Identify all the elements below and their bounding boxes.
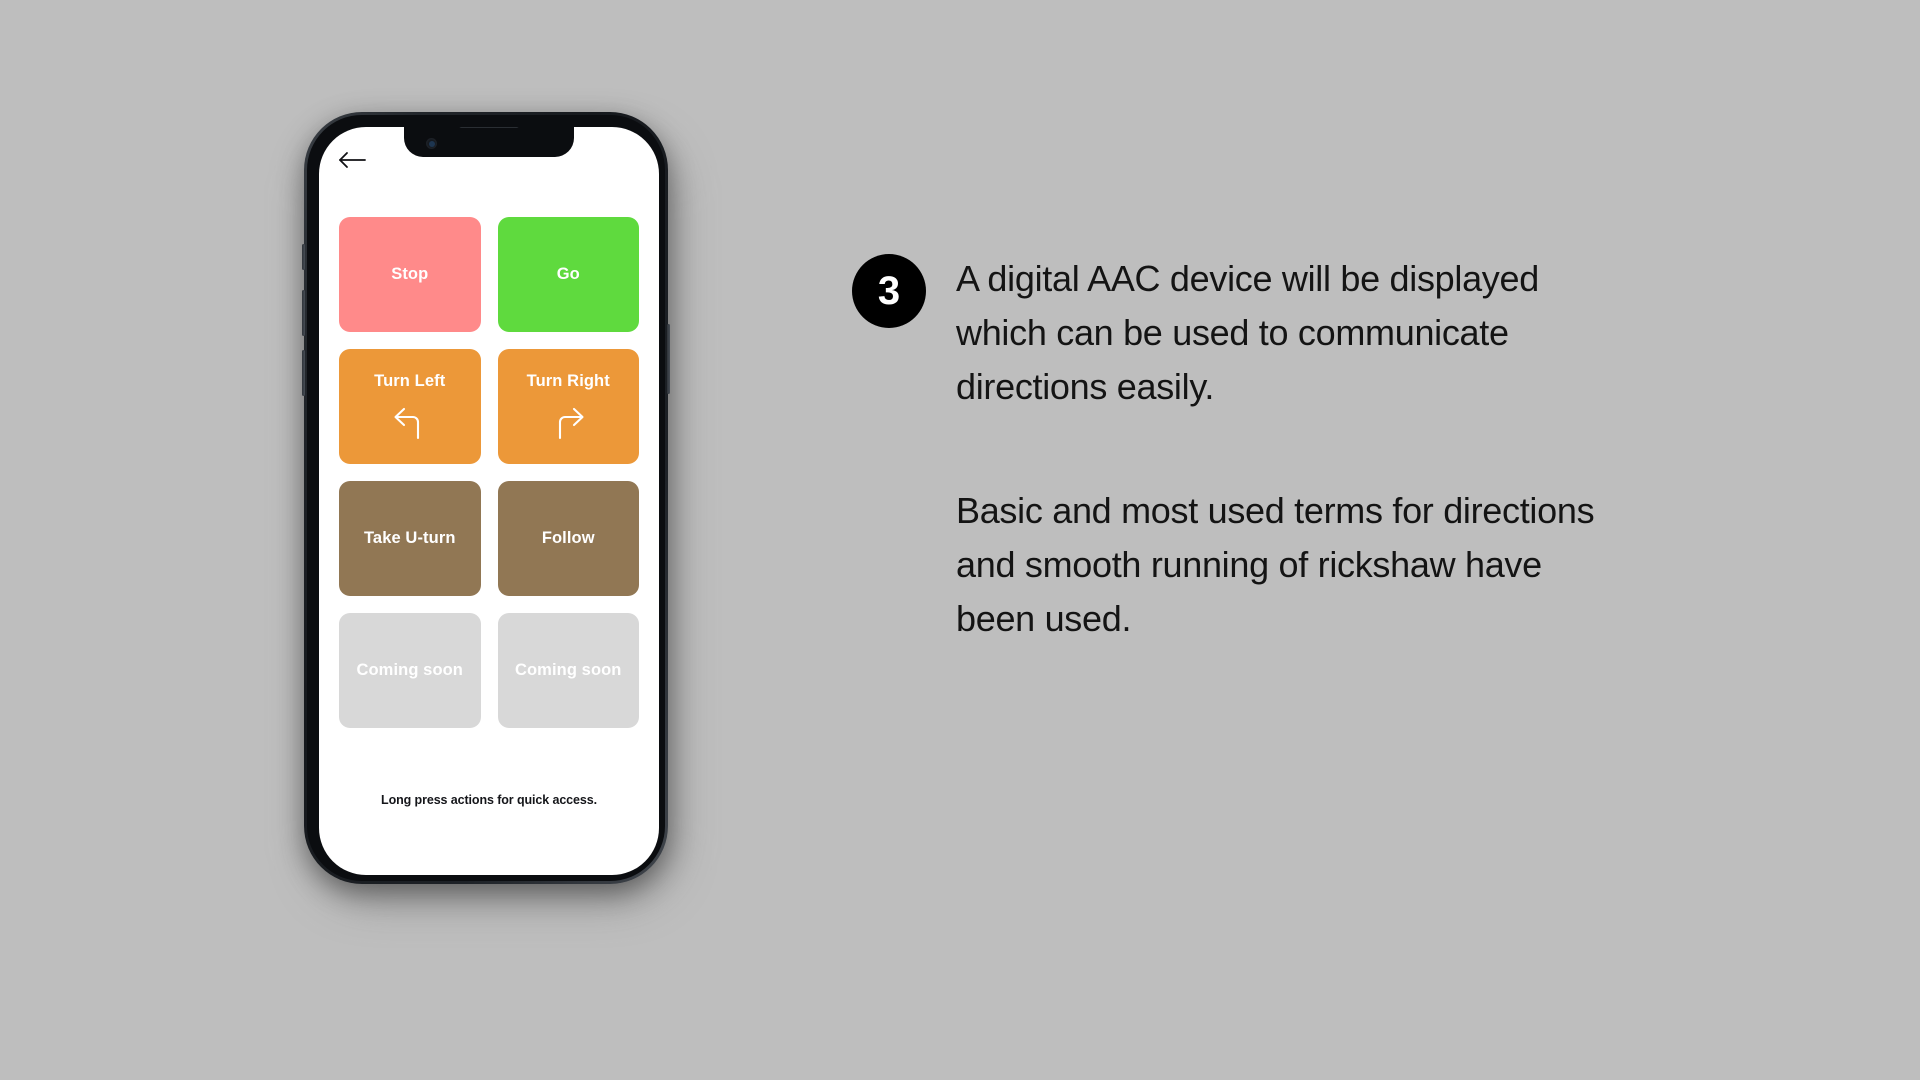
annotation-panel: 3 A digital AAC device will be displayed… [852, 252, 1612, 646]
phone-notch [404, 127, 574, 157]
footer-hint-text: Long press actions for quick access. [381, 793, 597, 807]
arrow-turn-right-icon [546, 405, 590, 441]
tile-label: Stop [391, 264, 429, 283]
tile-label: Go [556, 264, 580, 283]
app-screen-content: Stop Go Turn Left Turn Right Take U-turn… [319, 127, 659, 875]
tile-label: Take U-turn [363, 528, 456, 547]
arrow-turn-left-icon [388, 405, 432, 441]
tile-go[interactable]: Go [497, 217, 639, 332]
earpiece-speaker-icon [459, 127, 519, 128]
tile-coming-soon-1: Coming soon [339, 613, 481, 728]
annotation-paragraph-2: Basic and most used terms for directions… [956, 490, 1595, 639]
step-number-badge: 3 [852, 254, 926, 328]
tile-follow[interactable]: Follow [497, 481, 639, 596]
tile-label: Turn Left [374, 372, 446, 390]
tile-label: Coming soon [514, 660, 622, 679]
tile-label: Coming soon [356, 660, 463, 679]
tile-label: Turn Right [526, 372, 610, 390]
tile-take-u-turn[interactable]: Take U-turn [339, 481, 481, 596]
annotation-text-column: A digital AAC device will be displayed w… [956, 252, 1612, 646]
front-camera-icon [426, 138, 437, 149]
phone-mockup: Stop Go Turn Left Turn Right Take U-turn… [302, 112, 672, 898]
back-button[interactable] [337, 145, 371, 175]
tile-stop[interactable]: Stop [339, 217, 481, 332]
tile-coming-soon-2: Coming soon [497, 613, 639, 728]
silent-switch[interactable] [302, 244, 305, 270]
step-row: 3 A digital AAC device will be displayed… [852, 252, 1612, 646]
tile-turn-left[interactable]: Turn Left [339, 349, 481, 464]
volume-down-button[interactable] [302, 350, 305, 396]
phone-bezel: Stop Go Turn Left Turn Right Take U-turn… [307, 115, 665, 881]
annotation-paragraph-1: A digital AAC device will be displayed w… [956, 258, 1539, 407]
action-tile-grid: Stop Go Turn Left Turn Right Take U-turn… [339, 217, 639, 728]
volume-up-button[interactable] [302, 290, 305, 336]
phone-screen: Stop Go Turn Left Turn Right Take U-turn… [319, 127, 659, 875]
phone-frame: Stop Go Turn Left Turn Right Take U-turn… [302, 112, 670, 884]
power-button[interactable] [667, 324, 670, 394]
tile-turn-right[interactable]: Turn Right [497, 349, 639, 464]
arrow-left-icon [337, 150, 367, 170]
tile-label: Follow [541, 528, 595, 547]
